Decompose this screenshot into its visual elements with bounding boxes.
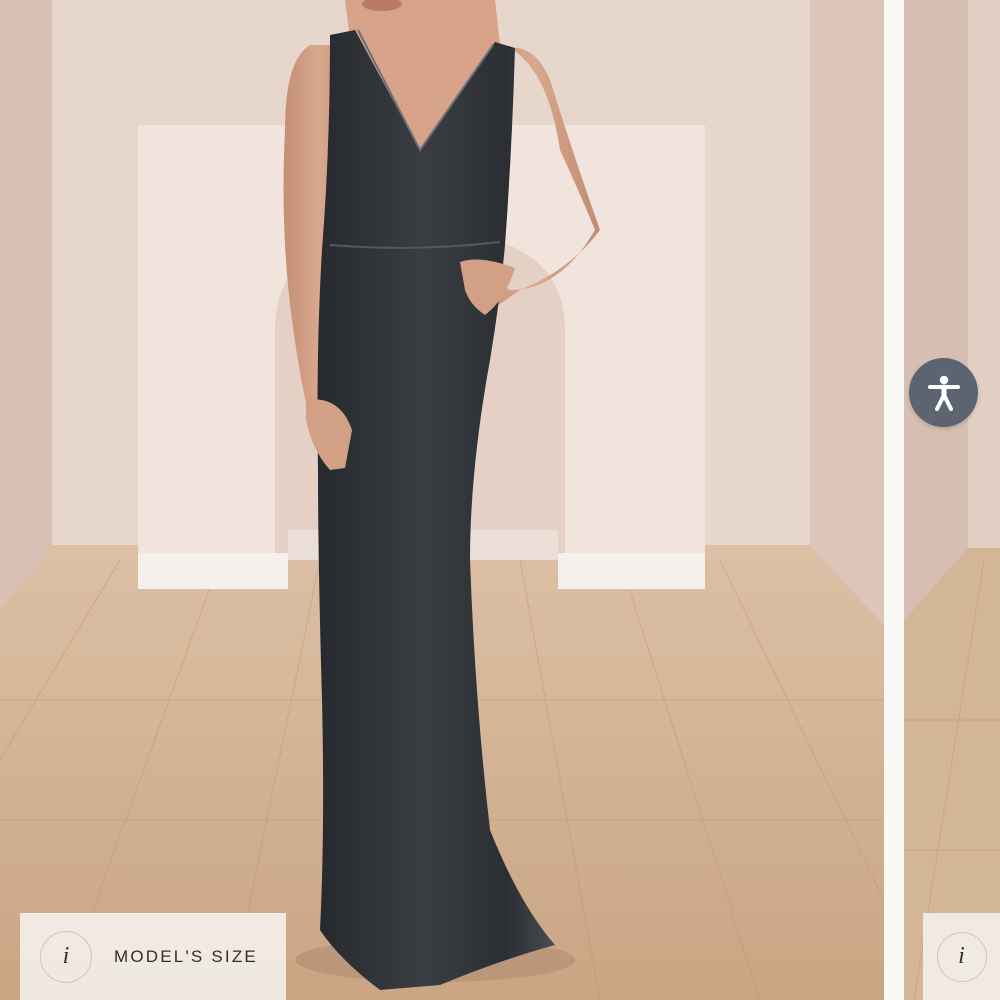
- product-image-carousel[interactable]: i MODEL'S SIZE i: [0, 0, 1000, 1000]
- model-photo: [0, 0, 884, 1000]
- info-icon: i: [40, 930, 92, 983]
- model-size-button[interactable]: i MODEL'S SIZE: [20, 913, 286, 1000]
- product-image-next[interactable]: i: [904, 0, 1000, 1000]
- accessibility-button[interactable]: [909, 358, 978, 427]
- next-model-size-button[interactable]: i: [923, 913, 1000, 1000]
- model-size-label: MODEL'S SIZE: [114, 946, 258, 966]
- accessibility-person-icon: [927, 375, 960, 411]
- info-icon: i: [936, 931, 987, 982]
- next-photo: [904, 0, 1000, 1000]
- product-image-main[interactable]: i MODEL'S SIZE: [0, 0, 884, 1000]
- slide-divider: [884, 0, 904, 1000]
